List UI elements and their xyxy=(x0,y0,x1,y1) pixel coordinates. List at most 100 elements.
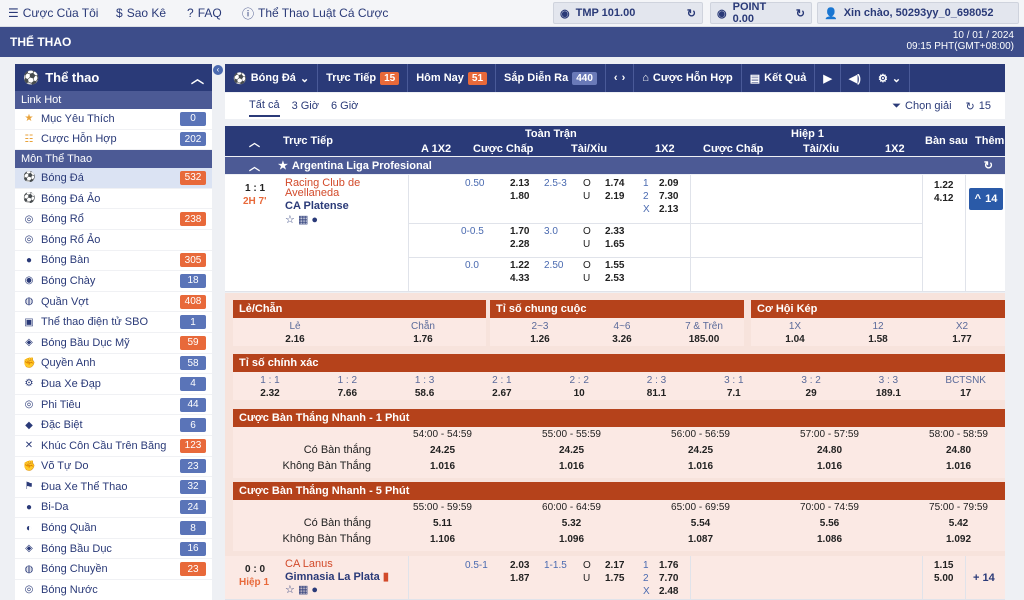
value-text[interactable]: 2.13 xyxy=(510,178,529,189)
more-bets-button[interactable]: ^ 14 xyxy=(969,188,1003,210)
sidebar-item-sport[interactable]: ⚽ Bóng Đá Ảo xyxy=(15,189,212,210)
value-text[interactable]: 1.74 xyxy=(605,178,624,189)
league-filter[interactable]: ⏷ Chọn giải xyxy=(892,100,951,113)
value-text[interactable]: 1.76 xyxy=(403,334,443,345)
value-text[interactable]: 1.086 xyxy=(767,534,892,545)
value-text[interactable]: 1.106 xyxy=(380,534,505,545)
filter-3h[interactable]: 3 Giờ xyxy=(292,100,319,112)
value-text[interactable]: 4.33 xyxy=(510,273,529,284)
tab-live[interactable]: Trực Tiếp 15 xyxy=(318,64,409,92)
value-text[interactable]: 1.087 xyxy=(638,534,763,545)
value-text[interactable]: 7.1 xyxy=(709,388,759,399)
refresh-button[interactable]: ↻ 15 xyxy=(966,100,991,113)
chevron-up-icon[interactable]: ︿ xyxy=(249,134,260,150)
sidebar-item-sport[interactable]: ◈ Bóng Bầu Dục 16 xyxy=(15,539,212,560)
match-icons[interactable]: ☆ ▦ ● xyxy=(285,583,318,596)
value-text[interactable]: 24.80 xyxy=(767,445,892,456)
sidebar-item-hot[interactable]: ☷ Cược Hỗn Hợp 202 xyxy=(15,130,212,151)
sidebar-item-sport[interactable]: ✊ Võ Tự Do 23 xyxy=(15,457,212,478)
sidebar-item-sport[interactable]: ⚙ Đua Xe Đạp 4 xyxy=(15,374,212,395)
value-text[interactable]: 17 xyxy=(941,388,991,399)
stats-icon[interactable]: ▦ xyxy=(298,584,308,596)
match-icons[interactable]: ☆ ▦ ● xyxy=(285,213,318,226)
filter-all[interactable]: Tất cả xyxy=(249,95,280,117)
value-text[interactable]: 2.03 xyxy=(510,560,529,571)
sidebar-item-sport[interactable]: ✕ Khúc Côn Cầu Trên Băng 123 xyxy=(15,436,212,457)
rules-link[interactable]: ⓘ Thể Thao Luật Cá Cược xyxy=(242,0,388,26)
value-text[interactable]: 7.70 xyxy=(659,573,678,584)
sidebar-header[interactable]: ⚽ Thể thao ︿ xyxy=(15,64,212,91)
value-text[interactable]: 1.22 xyxy=(934,180,953,191)
value-text[interactable]: 2.67 xyxy=(477,388,527,399)
sidebar-item-sport[interactable]: ✊ Quyền Anh 58 xyxy=(15,354,212,375)
value-text[interactable]: 2.32 xyxy=(245,388,295,399)
value-text[interactable]: 1.80 xyxy=(510,191,529,202)
value-text[interactable]: 2.53 xyxy=(605,273,624,284)
value-text[interactable]: 24.80 xyxy=(896,445,1005,456)
sidebar-item-sport[interactable]: ◍ Quần Vợt 408 xyxy=(15,292,212,313)
value-text[interactable]: 2.17 xyxy=(605,560,624,571)
sidebar-item-sport[interactable]: ◈ Bóng Bầu Dục Mỹ 59 xyxy=(15,333,212,354)
sidebar-item-sport[interactable]: ◎ Bóng Nước xyxy=(15,580,212,600)
collapse-sidebar-icon[interactable]: ‹ xyxy=(213,65,223,75)
value-text[interactable]: 2.19 xyxy=(605,191,624,202)
tmp-balance[interactable]: ◉ TMP 101.00 ↻ xyxy=(553,2,703,24)
value-text[interactable]: 1.016 xyxy=(638,461,763,472)
star-icon[interactable]: ☆ xyxy=(285,584,295,596)
value-text[interactable]: 5.32 xyxy=(509,518,634,529)
value-text[interactable]: 2.48 xyxy=(659,586,678,597)
value-text[interactable]: 4.12 xyxy=(934,193,953,204)
value-text[interactable]: 3.26 xyxy=(597,334,647,345)
value-text[interactable]: 2.33 xyxy=(605,226,624,237)
filter-6h[interactable]: 6 Giờ xyxy=(331,100,358,112)
value-text[interactable]: 2.16 xyxy=(275,334,315,345)
value-text[interactable]: 1.016 xyxy=(509,461,634,472)
statement-link[interactable]: $ Sao Kê xyxy=(116,0,166,26)
stats-icon[interactable]: ▦ xyxy=(298,214,308,226)
value-text[interactable]: 5.54 xyxy=(638,518,763,529)
tab-mix-parlay[interactable]: ⌂ Cược Hỗn Hợp xyxy=(634,64,742,92)
value-text[interactable]: 1.76 xyxy=(659,560,678,571)
more-bets-button[interactable]: + 14 xyxy=(973,572,995,584)
value-text[interactable]: 2.13 xyxy=(659,204,678,215)
sidebar-item-sport[interactable]: ◎ Bóng Rổ Ảo xyxy=(15,230,212,251)
value-text[interactable]: 1.016 xyxy=(767,461,892,472)
sidebar-item-sport[interactable]: ◎ Phi Tiêu 44 xyxy=(15,395,212,416)
sidebar-item-sport[interactable]: ⚑ Đua Xe Thể Thao 32 xyxy=(15,477,212,498)
value-text[interactable]: 24.25 xyxy=(380,445,505,456)
play-icon[interactable]: ● xyxy=(311,584,318,596)
sidebar-item-sport[interactable]: ◆ Đặc Biệt 6 xyxy=(15,415,212,436)
league-row[interactable]: ︿ ★ Argentina Liga Profesional ↻ xyxy=(225,157,1005,174)
sidebar-item-sport[interactable]: ● Bi-Da 24 xyxy=(15,498,212,519)
value-text[interactable]: 24.25 xyxy=(638,445,763,456)
value-text[interactable]: 1.096 xyxy=(509,534,634,545)
sidebar-item-sport[interactable]: ◍ Bóng Chuyền 23 xyxy=(15,559,212,581)
value-text[interactable]: 1.092 xyxy=(896,534,1005,545)
star-icon[interactable]: ☆ xyxy=(285,214,295,226)
tv-button[interactable]: ▶ xyxy=(815,64,841,92)
user-greeting[interactable]: 👤 Xin chào, 50293yy_0_698052 xyxy=(817,2,1019,24)
value-text[interactable]: 5.56 xyxy=(767,518,892,529)
value-text[interactable]: 1.55 xyxy=(605,260,624,271)
tab-early[interactable]: Sắp Diễn Ra 440 xyxy=(496,64,606,92)
sidebar-item-sport[interactable]: ▣ Thể thao điện tử SBO 1 xyxy=(15,312,212,333)
value-text[interactable]: 1.70 xyxy=(510,226,529,237)
sport-selector[interactable]: ⚽ Bóng Đá ⌄ xyxy=(225,64,319,92)
value-text[interactable]: 1.15 xyxy=(934,560,953,571)
value-text[interactable]: 5.11 xyxy=(380,518,505,529)
value-text[interactable]: 189.1 xyxy=(863,388,913,399)
value-text[interactable]: 2.09 xyxy=(659,178,678,189)
sidebar-item-sport[interactable]: ◎ Bóng Rổ 238 xyxy=(15,209,212,230)
value-text[interactable]: 5.00 xyxy=(934,573,953,584)
value-text[interactable]: 81.1 xyxy=(632,388,682,399)
sidebar-item-sport[interactable]: ◉ Bóng Chày 18 xyxy=(15,271,212,292)
value-text[interactable]: 1.87 xyxy=(510,573,529,584)
value-text[interactable]: 7.66 xyxy=(322,388,372,399)
settings-button[interactable]: ⚙ ⌄ xyxy=(870,64,911,92)
value-text[interactable]: 1.77 xyxy=(937,334,987,345)
sidebar-item-hot[interactable]: ★ Mục Yêu Thích 0 xyxy=(15,109,212,130)
faq-link[interactable]: ? FAQ xyxy=(187,0,222,26)
sidebar-item-sport[interactable]: ◐ Bóng Quần 8 xyxy=(15,518,212,539)
value-text[interactable]: 185.00 xyxy=(679,334,729,345)
value-text[interactable]: 1.75 xyxy=(605,573,624,584)
